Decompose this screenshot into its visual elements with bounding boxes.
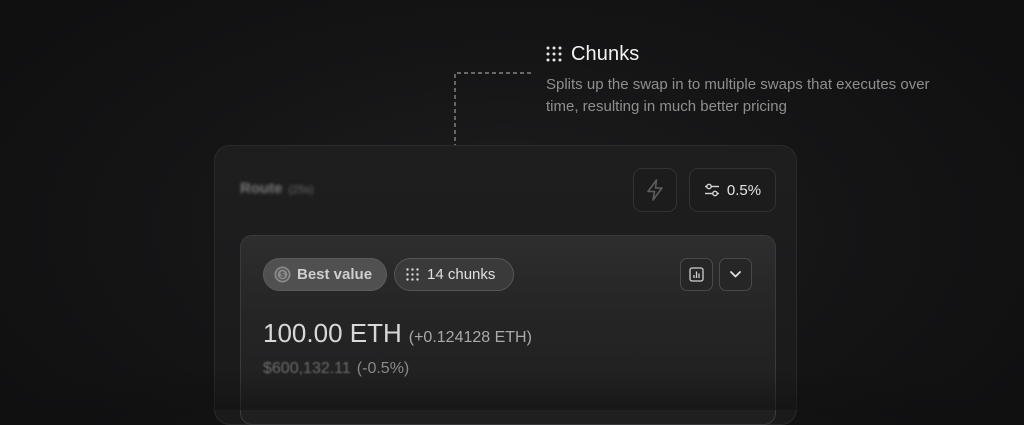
usd-change: (-0.5%) (356, 360, 410, 377)
slippage-settings-button[interactable]: 0.5% (689, 168, 776, 212)
usd-value-row: $600,132.11 (-0.5%) (263, 360, 409, 378)
output-amount-delta: (+0.124128 ETH) (408, 329, 532, 346)
chart-button[interactable] (680, 258, 713, 291)
lightning-icon (647, 179, 663, 201)
chunks-tooltip-header: Chunks (546, 40, 966, 68)
chunks-tooltip-description: Splits up the swap in to multiple swaps … (546, 76, 930, 115)
chunks-tooltip: Chunks Splits up the swap in to multiple… (546, 40, 966, 118)
usd-value: $600,132.11 (263, 360, 351, 377)
chunks-tooltip-title: Chunks (571, 42, 640, 65)
route-title: Route (240, 180, 283, 197)
sliders-icon (704, 183, 719, 197)
route-timer: (25s) (288, 184, 314, 196)
dots-grid-icon (546, 46, 562, 62)
dots-grid-icon (406, 268, 419, 281)
svg-text:$: $ (280, 270, 285, 280)
flash-button[interactable] (633, 168, 677, 212)
bar-chart-icon (689, 267, 704, 282)
chevron-down-icon (730, 271, 741, 278)
expand-button[interactable] (719, 258, 752, 291)
chunks-label: 14 chunks (427, 266, 496, 283)
route-label: Route (25s) (240, 180, 314, 197)
dollar-coin-icon: $ (274, 266, 291, 283)
chunks-badge[interactable]: 14 chunks (394, 258, 514, 291)
best-value-label: Best value (297, 266, 373, 283)
best-value-badge: $ Best value (263, 258, 387, 291)
output-amount: 100.00 ETH (263, 318, 402, 348)
output-amount-row: 100.00 ETH (+0.124128 ETH) (263, 318, 532, 349)
slippage-value: 0.5% (726, 181, 762, 199)
